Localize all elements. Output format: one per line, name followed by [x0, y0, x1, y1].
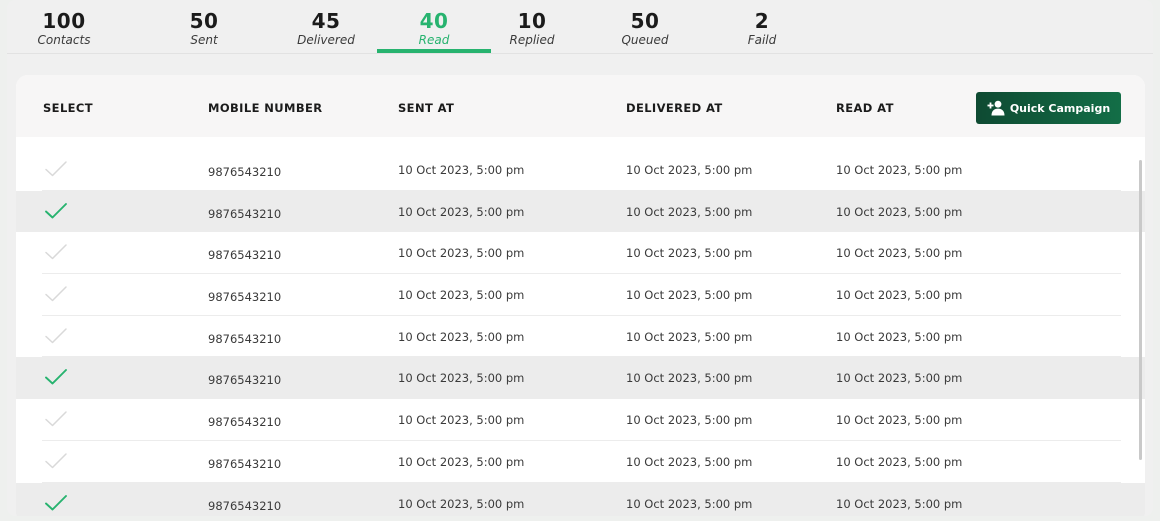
cell-delivered-at: 10 Oct 2023, 5:00 pm [626, 454, 753, 469]
checkmark-icon [45, 328, 67, 343]
tab-queued[interactable]: 50 Queued [588, 9, 702, 47]
tab-contacts[interactable]: 100 Contacts [7, 9, 121, 47]
table-row[interactable]: 9876543210 10 Oct 2023, 5:00 pm 10 Oct 202… [16, 232, 1145, 274]
cell-read-at: 10 Oct 2023, 5:00 pm [836, 413, 963, 428]
tab-contacts-count: 100 [42, 9, 86, 33]
tab-sent[interactable]: 50 Sent [147, 9, 261, 47]
table-row[interactable]: 9876543210 10 Oct 2023, 5:00 pm 10 Oct 202… [16, 190, 1145, 233]
tab-queued-count: 50 [630, 9, 660, 33]
tab-contacts-label: Contacts [37, 33, 91, 47]
cell-mobile-number: 9876543210 [208, 456, 282, 471]
add-user-icon [987, 100, 1005, 116]
campaign-report-panel: 100 Contacts 50 Sent 45 Delivered 40 Rea… [7, 0, 1153, 516]
cell-sent-at: 10 Oct 2023, 5:00 pm [398, 204, 525, 219]
table-row[interactable]: 9876543210 10 Oct 2023, 5:00 pm 10 Oct 202… [16, 441, 1145, 483]
checkmark-icon [45, 244, 67, 260]
row-select-checkbox[interactable] [44, 409, 68, 429]
checkmark-icon [45, 202, 67, 219]
quick-campaign-button[interactable]: Quick Campaign [976, 92, 1121, 124]
header-read-at: READ AT [836, 101, 894, 115]
cell-delivered-at: 10 Oct 2023, 5:00 pm [626, 163, 753, 177]
quick-campaign-label: Quick Campaign [1009, 101, 1111, 115]
row-select-checkbox[interactable] [44, 493, 68, 513]
table-header: SELECT MOBILE NUMBER SENT AT DELIVERED A… [16, 75, 1145, 137]
tab-delivered-count: 45 [311, 9, 341, 33]
tab-replied-count: 10 [517, 9, 547, 33]
table-row[interactable]: 9876543210 10 Oct 2023, 5:00 pm 10 Oct 202… [16, 316, 1145, 358]
table-row[interactable]: 9876543210 10 Oct 2023, 5:00 pm 10 Oct 202… [16, 482, 1145, 516]
cell-delivered-at: 10 Oct 2023, 5:00 pm [626, 496, 753, 511]
checkmark-icon [45, 411, 67, 427]
table-row[interactable]: 9876543210 10 Oct 2023, 5:00 pm 10 Oct 202… [16, 399, 1145, 441]
cell-delivered-at: 10 Oct 2023, 5:00 pm [626, 371, 753, 386]
tab-failed[interactable]: 2 Faild [705, 9, 819, 47]
table-scrollbar[interactable] [1139, 160, 1142, 460]
cell-mobile-number: 9876543210 [208, 248, 282, 263]
cell-read-at: 10 Oct 2023, 5:00 pm [836, 371, 963, 386]
tab-failed-count: 2 [754, 9, 770, 33]
row-select-checkbox[interactable] [44, 451, 68, 471]
cell-read-at: 10 Oct 2023, 5:00 pm [836, 163, 963, 177]
cell-delivered-at: 10 Oct 2023, 5:00 pm [626, 329, 753, 344]
cell-sent-at: 10 Oct 2023, 5:00 pm [398, 246, 525, 261]
tab-read-label: Read [418, 33, 450, 47]
checkmark-icon [45, 494, 67, 510]
header-mobile-number: MOBILE NUMBER [208, 101, 323, 115]
tab-read[interactable]: 40 Read [377, 9, 491, 53]
row-select-checkbox[interactable] [44, 326, 68, 346]
cell-read-at: 10 Oct 2023, 5:00 pm [836, 329, 963, 344]
table-body: 9876543210 10 Oct 2023, 5:00 pm 10 Oct 202… [16, 149, 1145, 516]
cell-sent-at: 10 Oct 2023, 5:00 pm [398, 329, 525, 344]
tab-delivered[interactable]: 45 Delivered [269, 9, 383, 47]
cell-mobile-number: 9876543210 [208, 373, 282, 388]
row-select-checkbox[interactable] [44, 284, 68, 304]
cell-delivered-at: 10 Oct 2023, 5:00 pm [626, 246, 753, 261]
tab-replied-label: Replied [509, 33, 555, 47]
cell-mobile-number: 9876543210 [208, 290, 282, 305]
checkmark-icon [45, 453, 67, 469]
cell-delivered-at: 10 Oct 2023, 5:00 pm [626, 288, 753, 303]
header-delivered-at: DELIVERED AT [626, 101, 723, 115]
cell-sent-at: 10 Oct 2023, 5:00 pm [398, 496, 525, 511]
row-select-checkbox[interactable] [44, 201, 68, 221]
cell-read-at: 10 Oct 2023, 5:00 pm [836, 288, 963, 303]
table-row[interactable]: 9876543210 10 Oct 2023, 5:00 pm 10 Oct 202… [16, 274, 1145, 316]
cell-sent-at: 10 Oct 2023, 5:00 pm [398, 371, 525, 386]
header-select: SELECT [43, 101, 94, 115]
checkmark-icon [45, 369, 67, 385]
tab-replied[interactable]: 10 Replied [475, 9, 589, 47]
tab-failed-label: Faild [747, 33, 777, 47]
tab-read-count: 40 [419, 9, 449, 33]
cell-read-at: 10 Oct 2023, 5:00 pm [836, 246, 963, 261]
row-select-checkbox[interactable] [44, 242, 68, 262]
header-sent-at: SENT AT [398, 101, 455, 115]
cell-sent-at: 10 Oct 2023, 5:00 pm [398, 288, 525, 303]
table-row[interactable]: 9876543210 10 Oct 2023, 5:00 pm 10 Oct 202… [16, 357, 1145, 400]
cell-mobile-number: 9876543210 [208, 165, 282, 179]
tab-sent-count: 50 [189, 9, 219, 33]
checkmark-icon [45, 286, 67, 302]
cell-delivered-at: 10 Oct 2023, 5:00 pm [626, 204, 753, 219]
cell-mobile-number: 9876543210 [208, 206, 282, 221]
stats-tabs: 100 Contacts 50 Sent 45 Delivered 40 Rea… [7, 0, 1153, 54]
row-select-checkbox[interactable] [44, 367, 68, 387]
checkmark-icon [45, 161, 67, 177]
row-select-checkbox[interactable] [44, 159, 68, 179]
cell-mobile-number: 9876543210 [208, 415, 282, 430]
cell-delivered-at: 10 Oct 2023, 5:00 pm [626, 413, 753, 428]
tab-delivered-label: Delivered [297, 33, 355, 47]
cell-read-at: 10 Oct 2023, 5:00 pm [836, 496, 963, 511]
cell-mobile-number: 9876543210 [208, 331, 282, 346]
cell-sent-at: 10 Oct 2023, 5:00 pm [398, 163, 525, 177]
tab-queued-label: Queued [621, 33, 669, 47]
cell-read-at: 10 Oct 2023, 5:00 pm [836, 204, 963, 219]
cell-sent-at: 10 Oct 2023, 5:00 pm [398, 454, 525, 469]
table-row[interactable]: 9876543210 10 Oct 2023, 5:00 pm 10 Oct 202… [16, 149, 1145, 191]
cell-sent-at: 10 Oct 2023, 5:00 pm [398, 413, 525, 428]
contacts-table: SELECT MOBILE NUMBER SENT AT DELIVERED A… [16, 75, 1145, 516]
cell-mobile-number: 9876543210 [208, 498, 282, 513]
tab-sent-label: Sent [190, 33, 218, 47]
cell-read-at: 10 Oct 2023, 5:00 pm [836, 454, 963, 469]
